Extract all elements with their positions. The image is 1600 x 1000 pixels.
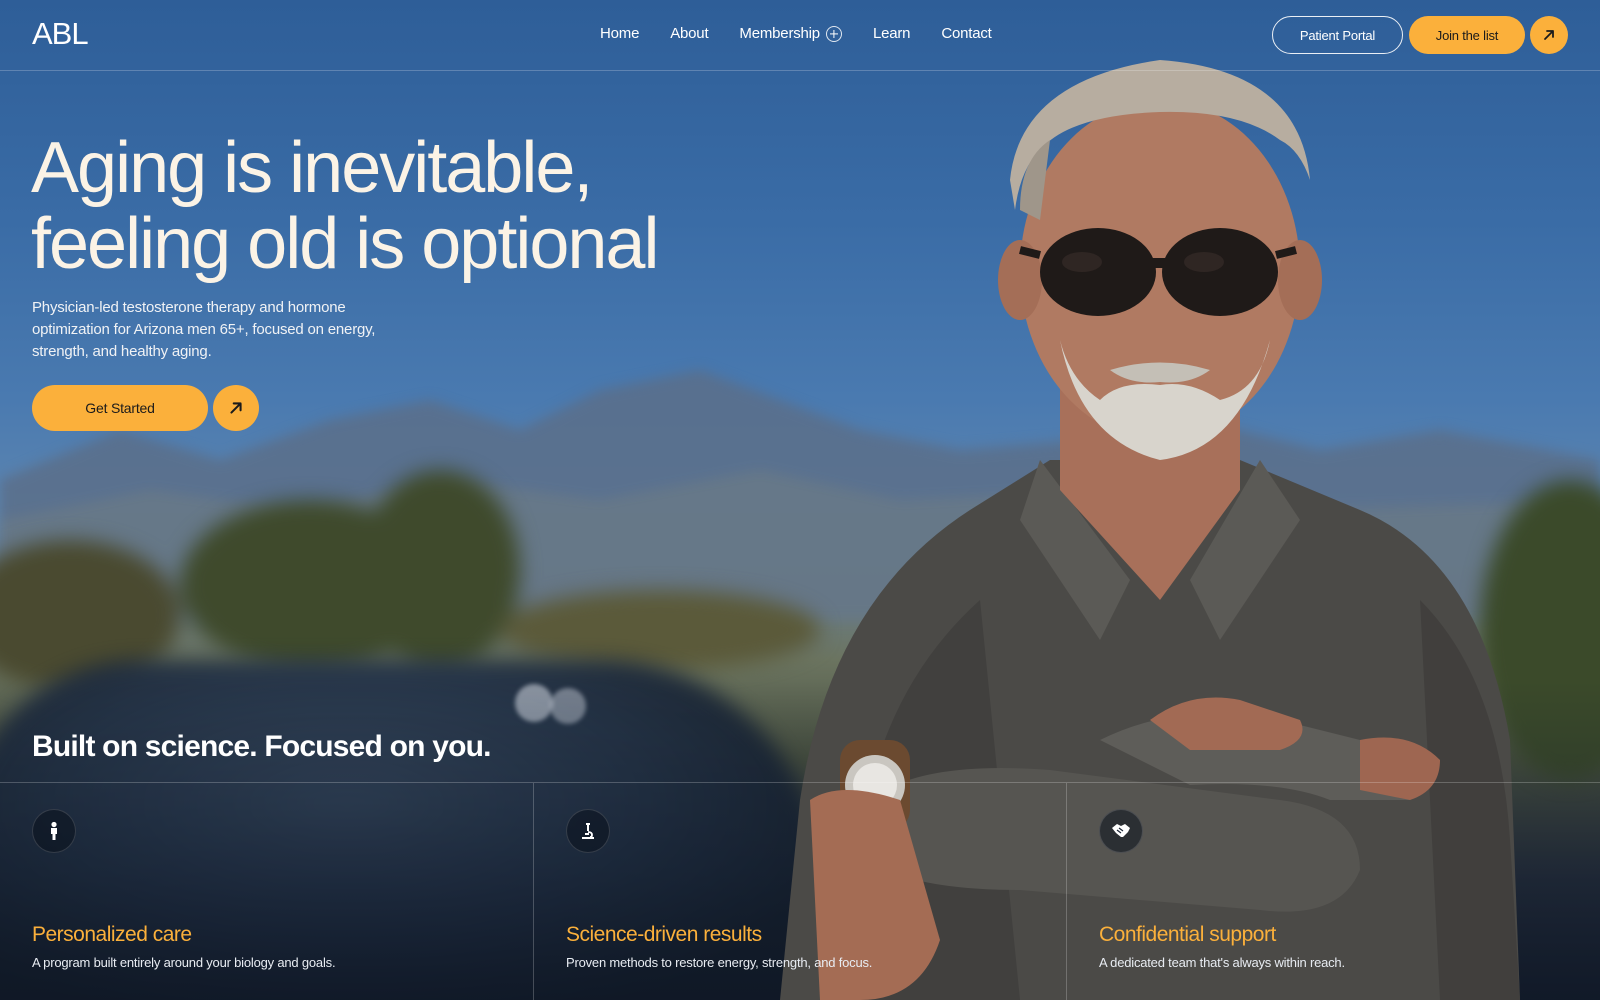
- features-tagline: Built on science. Focused on you.: [32, 730, 491, 763]
- hero-subtext: Physician-led testosterone therapy and h…: [32, 299, 376, 360]
- join-list-arrow-button[interactable]: [1530, 16, 1568, 54]
- features-row: Personalized care A program built entire…: [0, 782, 1600, 1000]
- feature-description: A program built entirely around your bio…: [32, 955, 336, 970]
- feature-card: Personalized care A program built entire…: [0, 783, 533, 1000]
- hero-headline: Aging is inevitable, feeling old is opti…: [31, 130, 771, 282]
- feature-card: Science-driven results Proven methods to…: [533, 783, 1066, 1000]
- get-started-arrow-button[interactable]: [213, 385, 259, 431]
- feature-description: A dedicated team that's always within re…: [1099, 955, 1345, 970]
- feature-title: Personalized care: [32, 923, 192, 946]
- nav-link-home[interactable]: Home: [600, 25, 639, 42]
- headline-line-2: feeling old is optional: [31, 204, 659, 284]
- handshake-icon: [1099, 809, 1143, 853]
- nav-link-about[interactable]: About: [670, 25, 708, 42]
- top-navigation: ABL Home About Membership Learn Contact …: [0, 0, 1600, 71]
- nav-link-membership[interactable]: Membership: [739, 25, 842, 42]
- brand-logo[interactable]: ABL: [32, 16, 89, 51]
- headline-line-1: Aging is inevitable,: [31, 128, 593, 208]
- patient-portal-button[interactable]: Patient Portal: [1272, 16, 1403, 54]
- nav-links: Home About Membership Learn Contact: [600, 25, 992, 42]
- nav-link-contact[interactable]: Contact: [941, 25, 991, 42]
- join-list-button[interactable]: Join the list: [1409, 16, 1525, 54]
- feature-title: Confidential support: [1099, 923, 1276, 946]
- feature-title: Science-driven results: [566, 923, 762, 946]
- arrow-up-right-icon: [1544, 30, 1554, 40]
- person-icon: [32, 809, 76, 853]
- get-started-button[interactable]: Get Started: [32, 385, 208, 431]
- plus-circle-icon: [825, 25, 842, 42]
- arrow-up-right-icon: [230, 402, 242, 414]
- microscope-icon: [566, 809, 610, 853]
- feature-card: Confidential support A dedicated team th…: [1066, 783, 1599, 1000]
- nav-link-learn[interactable]: Learn: [873, 25, 911, 42]
- feature-description: Proven methods to restore energy, streng…: [566, 955, 873, 970]
- logo-text: ABL: [32, 16, 89, 51]
